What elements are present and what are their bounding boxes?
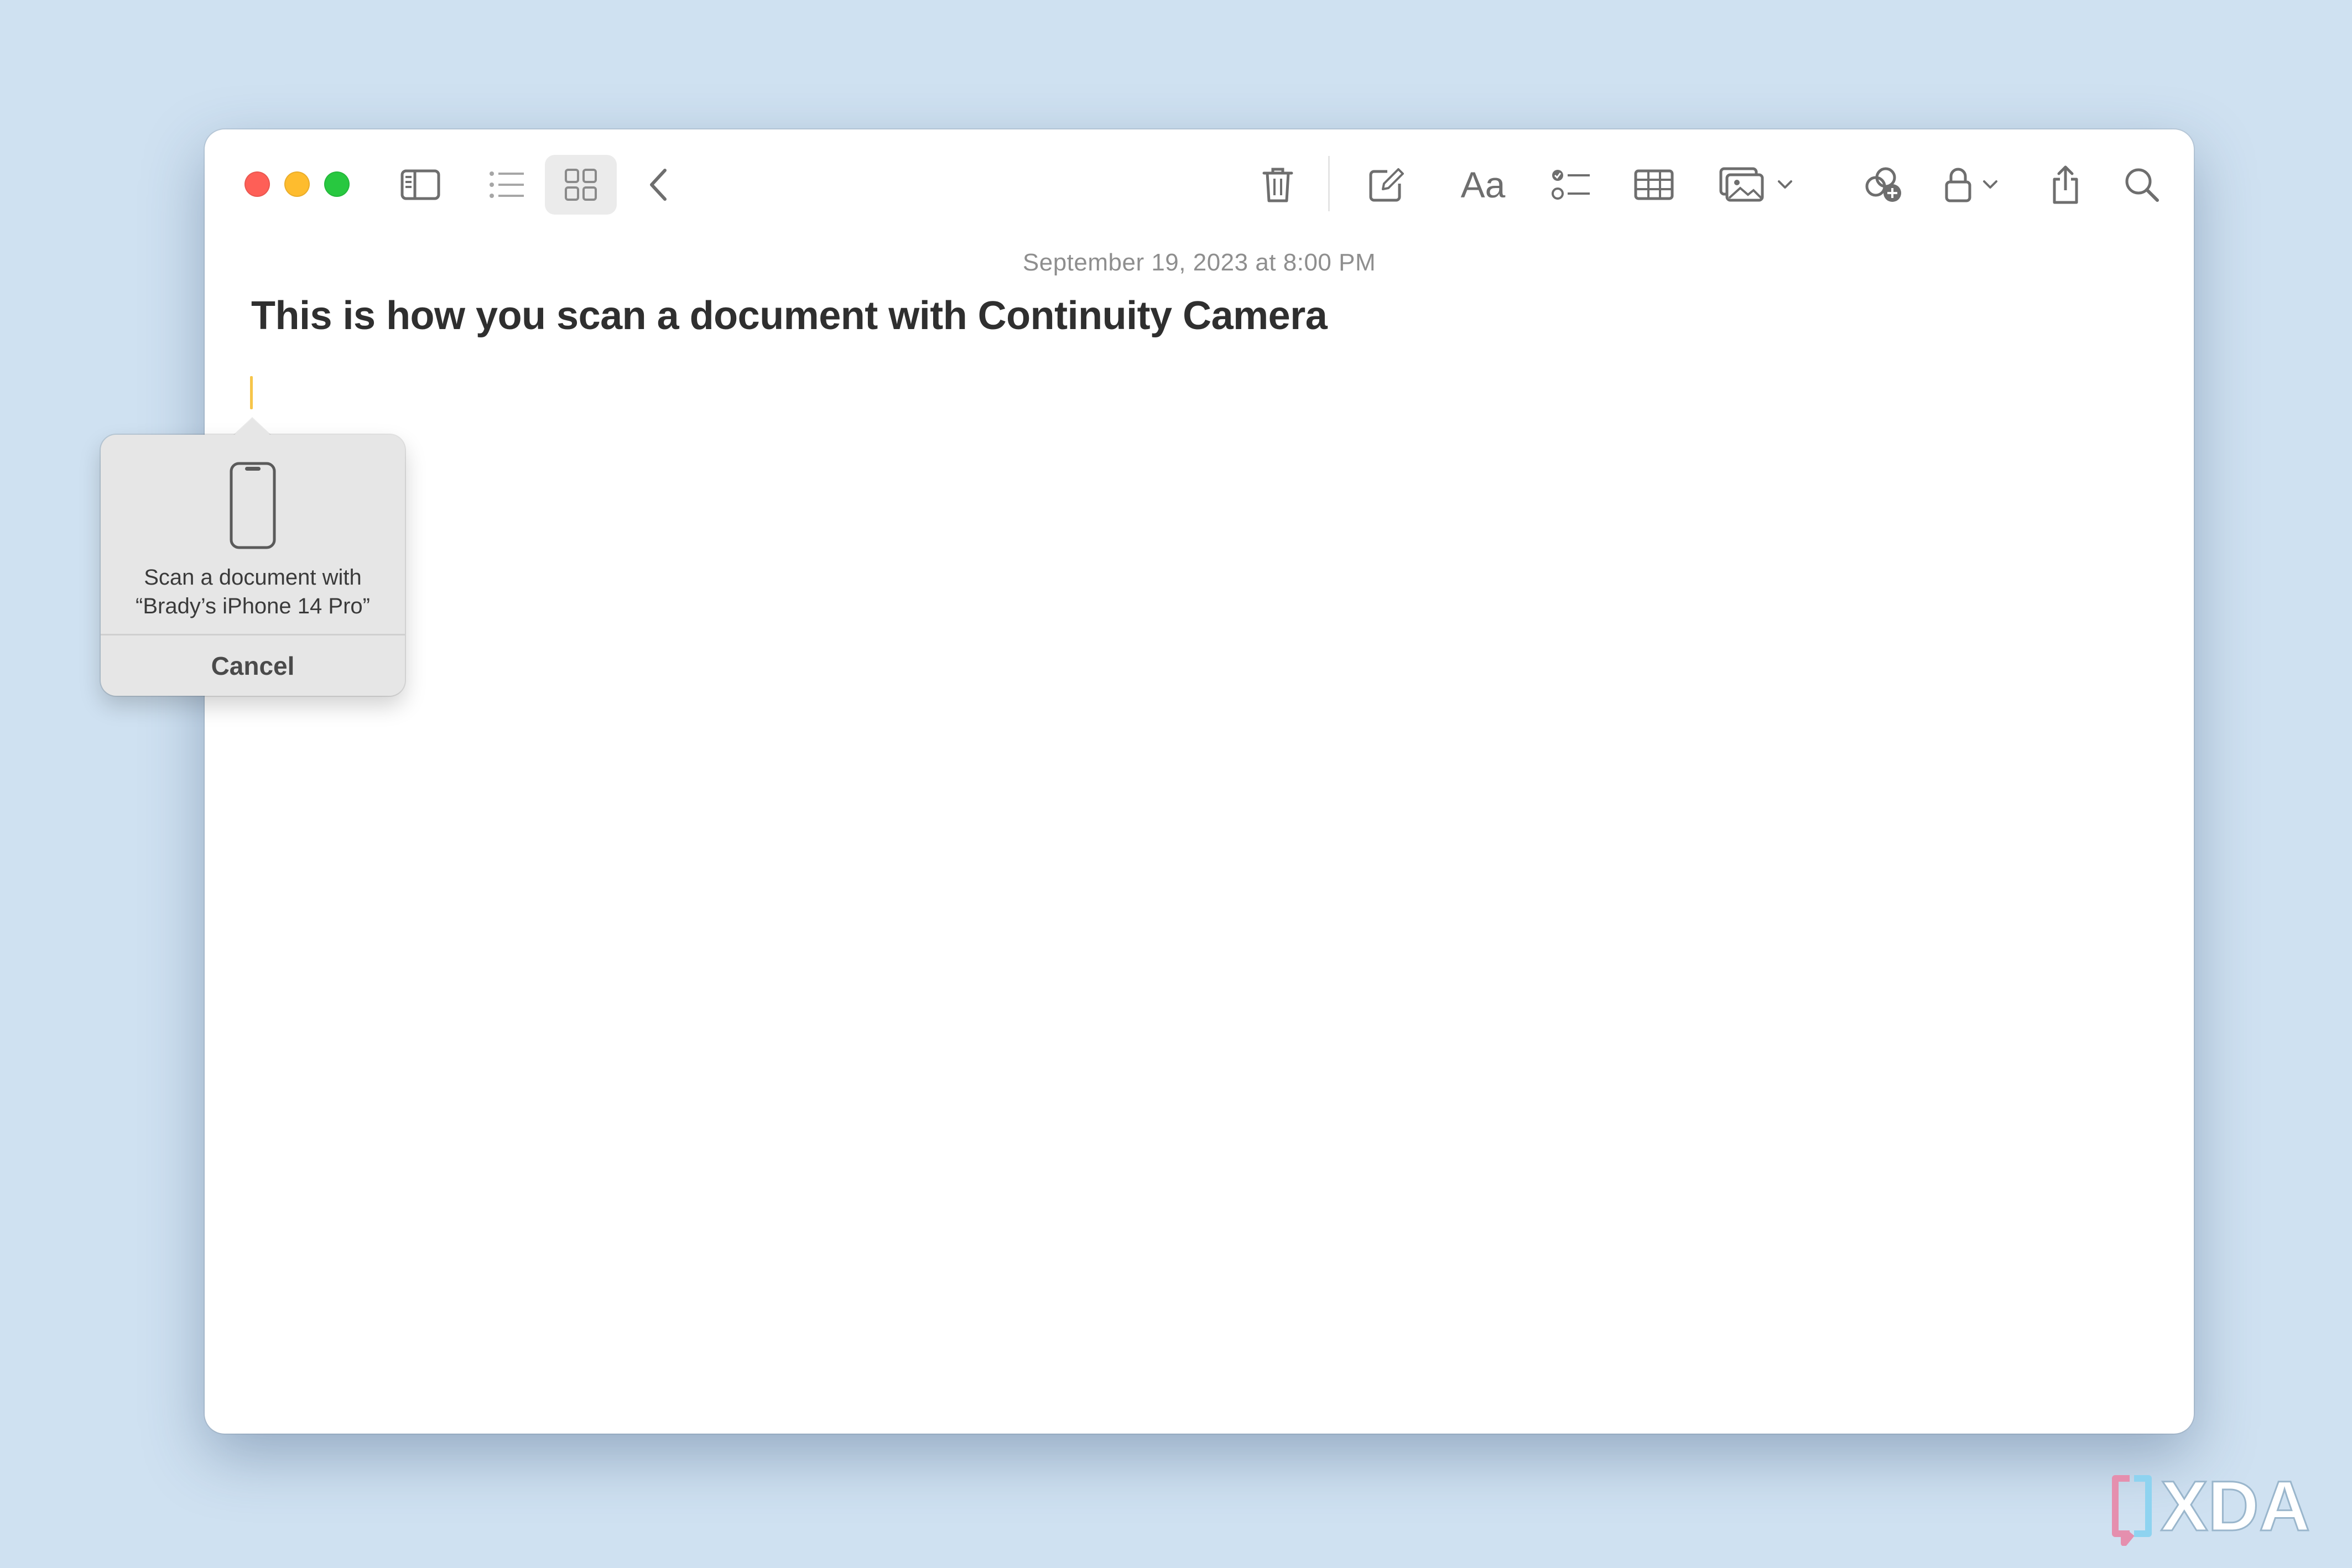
list-view-icon [490, 171, 524, 198]
collaborate-icon [1865, 167, 1901, 202]
share-button[interactable] [2038, 157, 2093, 212]
popover-arrow [233, 418, 271, 436]
sidebar-icon [400, 169, 440, 200]
text-caret [250, 376, 253, 409]
note-date: September 19, 2023 at 8:00 PM [1022, 249, 1376, 276]
back-button[interactable] [636, 157, 680, 212]
gallery-view-icon [565, 169, 597, 201]
lock-icon [1945, 168, 1971, 202]
format-icon: Aa [1460, 164, 1506, 205]
zoom-window-button[interactable] [324, 171, 350, 197]
checklist-icon [1552, 170, 1590, 200]
search-icon [2125, 168, 2159, 202]
list-view-button[interactable] [479, 157, 534, 212]
xda-logo-text: XDA [2161, 1468, 2310, 1546]
delete-note-button[interactable] [1250, 157, 1305, 212]
search-button[interactable] [2114, 157, 2169, 212]
checklist-button[interactable] [1543, 157, 1599, 212]
lock-button[interactable] [1933, 157, 2010, 212]
xda-logo: XDA [2112, 1468, 2311, 1546]
back-icon [650, 169, 667, 201]
popover-message: Scan a document with “Brady’s iPhone 14 … [101, 563, 405, 621]
gallery-view-button[interactable] [545, 155, 617, 215]
chevron-down-icon [1778, 180, 1792, 189]
cancel-button[interactable]: Cancel [101, 635, 405, 696]
popover-message-line1: Scan a document with [144, 565, 362, 590]
trash-icon [1262, 168, 1293, 202]
notes-window: Aa September 19, 2023 at 8:00 PM This is… [205, 129, 2194, 1434]
collaborate-button[interactable] [1853, 157, 1914, 212]
continuity-camera-popover: Scan a document with “Brady’s iPhone 14 … [101, 418, 405, 696]
minimize-window-button[interactable] [284, 171, 310, 197]
table-icon [1634, 169, 1674, 200]
new-note-button[interactable] [1359, 157, 1414, 212]
close-window-button[interactable] [244, 171, 270, 197]
media-icon [1719, 167, 1764, 202]
sidebar-toggle-button[interactable] [393, 157, 448, 212]
iphone-icon [230, 462, 276, 549]
toolbar-divider [1328, 156, 1330, 211]
note-title[interactable]: This is how you scan a document with Con… [251, 293, 1328, 338]
format-button[interactable]: Aa [1453, 157, 1513, 212]
media-button[interactable] [1715, 157, 1798, 212]
table-button[interactable] [1626, 157, 1682, 212]
popover-message-line2: “Brady’s iPhone 14 Pro” [136, 594, 370, 618]
share-icon [2053, 165, 2078, 204]
chevron-down-icon [1983, 180, 1997, 189]
compose-icon [1369, 168, 1404, 202]
